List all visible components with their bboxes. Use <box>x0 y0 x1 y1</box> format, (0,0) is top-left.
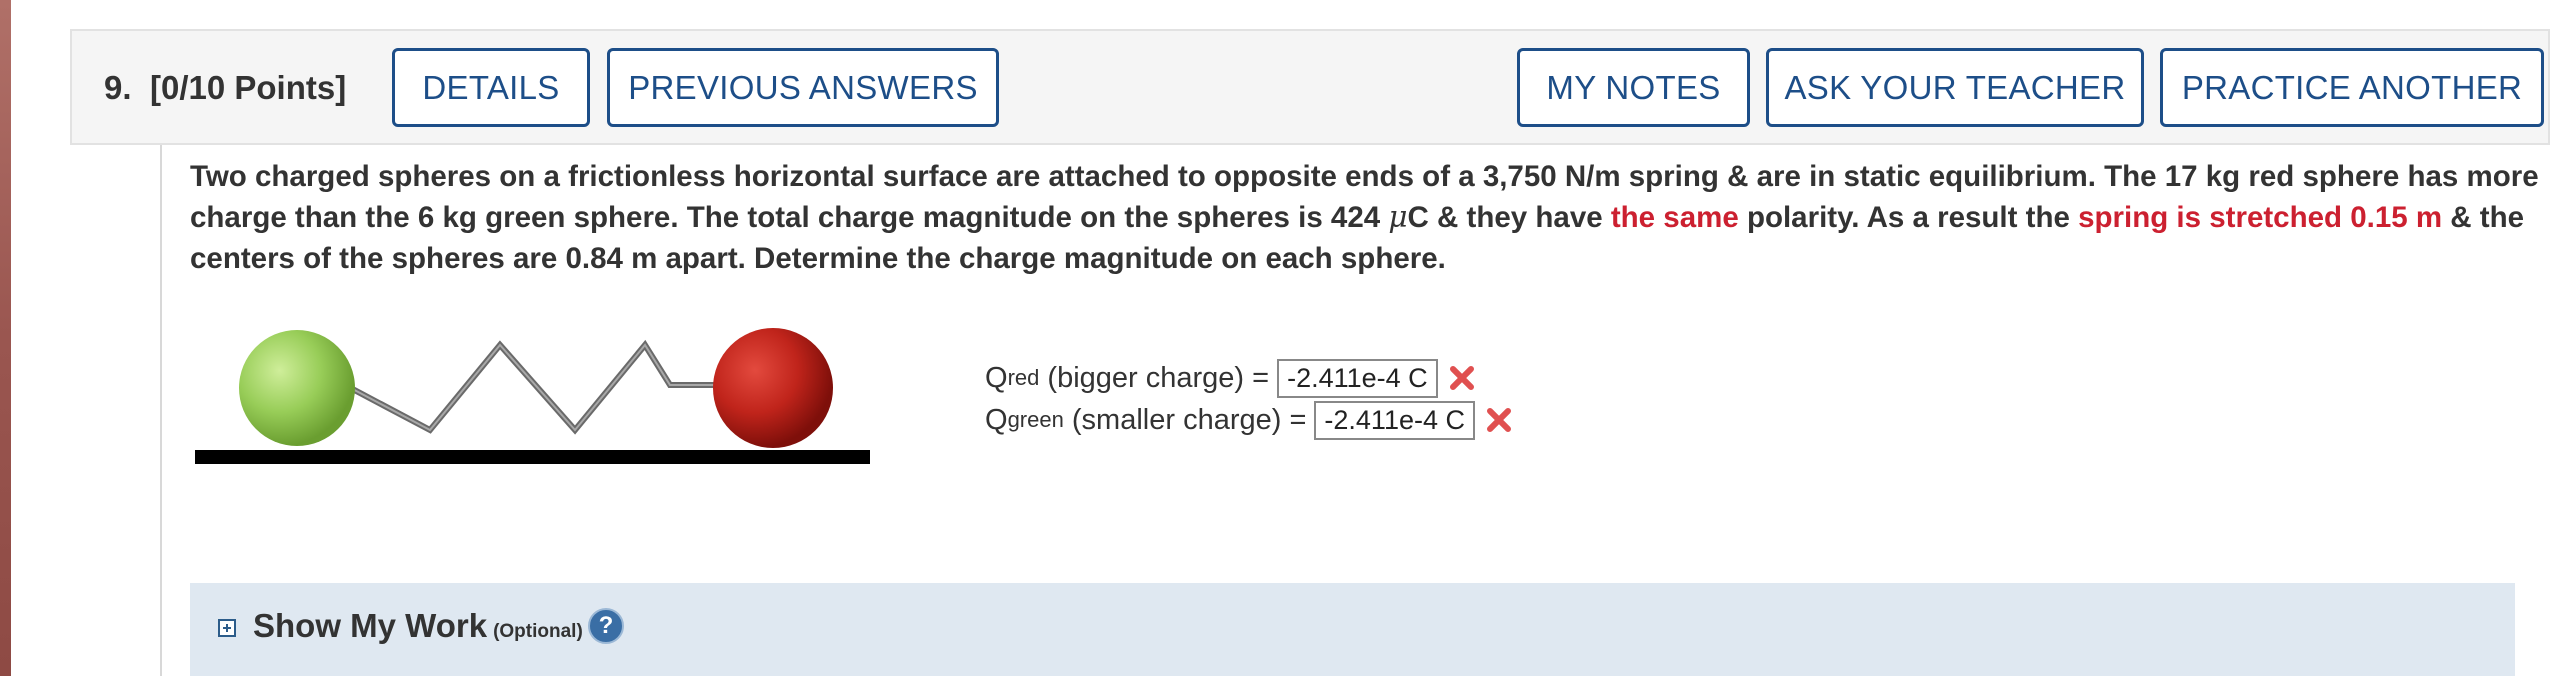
mu-symbol: μ <box>1388 200 1408 234</box>
highlight-same-polarity: the same <box>1610 201 1739 234</box>
ask-your-teacher-button[interactable]: ASK YOUR TEACHER <box>1766 48 2144 127</box>
details-button[interactable]: DETAILS <box>392 48 590 127</box>
q-symbol: Q <box>985 361 1008 394</box>
q-symbol: Q <box>985 403 1008 436</box>
answer-row-red: Qred (bigger charge) = -2.411e-4 C <box>985 357 1513 399</box>
answer-input-red[interactable]: -2.411e-4 C <box>1277 358 1438 398</box>
incorrect-x-icon <box>1448 364 1476 392</box>
question-points: [0/10 Points] <box>150 69 347 106</box>
problem-text: C & they have <box>1407 201 1611 234</box>
spheres-spring-figure <box>195 328 870 464</box>
content-divider <box>160 145 162 676</box>
my-notes-button[interactable]: MY NOTES <box>1517 48 1750 127</box>
show-my-work-bar[interactable]: Show My Work (Optional) ? <box>190 583 2515 676</box>
problem-text: polarity. As a result the <box>1738 201 2079 234</box>
show-my-work-label: Show My Work <box>253 607 488 644</box>
green-sphere <box>239 330 355 446</box>
spring <box>300 339 730 435</box>
q-subscript: red <box>1007 365 1040 390</box>
red-sphere <box>713 328 833 448</box>
incorrect-x-icon <box>1485 406 1513 434</box>
optional-label: (Optional) <box>493 621 583 642</box>
surface <box>195 450 870 464</box>
show-my-work-title[interactable]: Show My Work (Optional) <box>253 607 583 645</box>
help-question-icon[interactable]: ? <box>588 608 624 644</box>
expand-plus-icon[interactable] <box>218 619 236 637</box>
question-number: 9. <box>104 69 132 106</box>
problem-statement: Two charged spheres on a frictionless ho… <box>190 156 2540 279</box>
question-header: 9. [0/10 Points] DETAILS PREVIOUS ANSWER… <box>70 29 2550 145</box>
left-edge-strip <box>0 0 11 676</box>
answer-input-green[interactable]: -2.411e-4 C <box>1314 400 1475 440</box>
answer-label: (bigger charge) = <box>1039 361 1270 394</box>
answer-label: (smaller charge) = <box>1063 403 1307 436</box>
practice-another-button[interactable]: PRACTICE ANOTHER <box>2160 48 2544 127</box>
previous-answers-button[interactable]: PREVIOUS ANSWERS <box>607 48 999 127</box>
answer-row-green: Qgreen (smaller charge) = -2.411e-4 C <box>985 399 1513 441</box>
highlight-spring-stretch: spring is stretched 0.15 m <box>2078 201 2443 234</box>
answer-block: Qred (bigger charge) = -2.411e-4 C Qgree… <box>985 357 1513 441</box>
q-subscript: green <box>1007 407 1064 432</box>
